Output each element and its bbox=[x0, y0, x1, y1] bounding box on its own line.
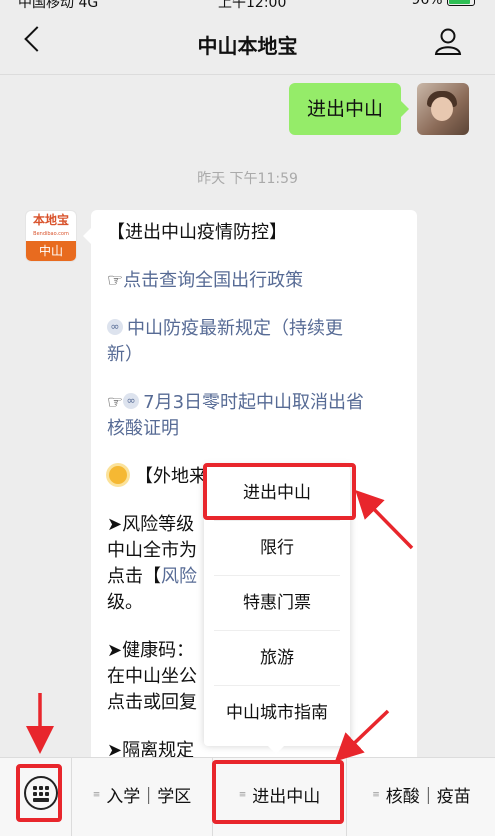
bot-avatar-city: 中山 bbox=[26, 241, 76, 261]
submenu-item-tickets[interactable]: 特惠门票 bbox=[214, 576, 340, 631]
link-icon: ∞ bbox=[123, 393, 140, 409]
user-message-bubble[interactable]: 进出中山 bbox=[289, 83, 410, 135]
page-title: 中山本地宝 bbox=[197, 34, 298, 58]
annotation-box-menu-tab bbox=[212, 760, 344, 824]
bot-avatar-sub: Bendibao.com bbox=[33, 231, 69, 237]
link-icon: ∞ bbox=[107, 319, 123, 335]
battery-indicator: 96% bbox=[411, 0, 475, 8]
sun-icon bbox=[109, 466, 127, 484]
reply-line-rules: ∞ 中山防疫最新规定（持续更 bbox=[107, 316, 401, 342]
menu-tab-nucleic-vaccine[interactable]: ≡ 核酸｜疫苗 bbox=[346, 758, 495, 836]
reply-line-policy: ☞点击查询全国出行政策 bbox=[107, 270, 304, 291]
submenu-item-travel[interactable]: 旅游 bbox=[214, 631, 340, 686]
battery-icon bbox=[447, 0, 475, 6]
annotation-box-popup-item bbox=[203, 463, 356, 520]
link-cancel-nucleic[interactable]: 7月3日零时起中山取消出省 bbox=[143, 392, 364, 413]
reply-line-nucleic: ☞ ∞ 7月3日零时起中山取消出省 bbox=[107, 392, 365, 413]
menu-icon: ≡ bbox=[92, 790, 101, 800]
status-bar: 中国移动 4G 上午12:00 96% bbox=[0, 0, 495, 11]
reply-line-nucleic-cont: 核酸证明 bbox=[107, 418, 179, 439]
link-national-policy[interactable]: 点击查询全国出行政策 bbox=[123, 270, 303, 291]
person-icon[interactable] bbox=[433, 26, 463, 56]
reply-heading: 【进出中山疫情防控】 bbox=[107, 222, 287, 243]
submenu-item-traffic-limit[interactable]: 限行 bbox=[214, 521, 340, 576]
link-risk[interactable]: 风险 bbox=[161, 566, 197, 587]
submenu-item-city-guide[interactable]: 中山城市指南 bbox=[214, 686, 340, 740]
user-avatar[interactable] bbox=[417, 83, 469, 135]
chat-header: 中山本地宝 bbox=[0, 10, 495, 75]
link-latest-rules[interactable]: 中山防疫最新规定（持续更 bbox=[127, 318, 343, 339]
annotation-box-keyboard bbox=[16, 764, 62, 822]
reply-line-rules-cont: 新） bbox=[107, 344, 143, 365]
menu-tab-school[interactable]: ≡ 入学｜学区 bbox=[71, 758, 212, 836]
message-timestamp: 昨天 下午11:59 bbox=[197, 171, 298, 187]
bot-avatar[interactable]: 本地宝 Bendibao.com 中山 bbox=[25, 210, 77, 262]
menu-icon: ≡ bbox=[372, 790, 380, 800]
